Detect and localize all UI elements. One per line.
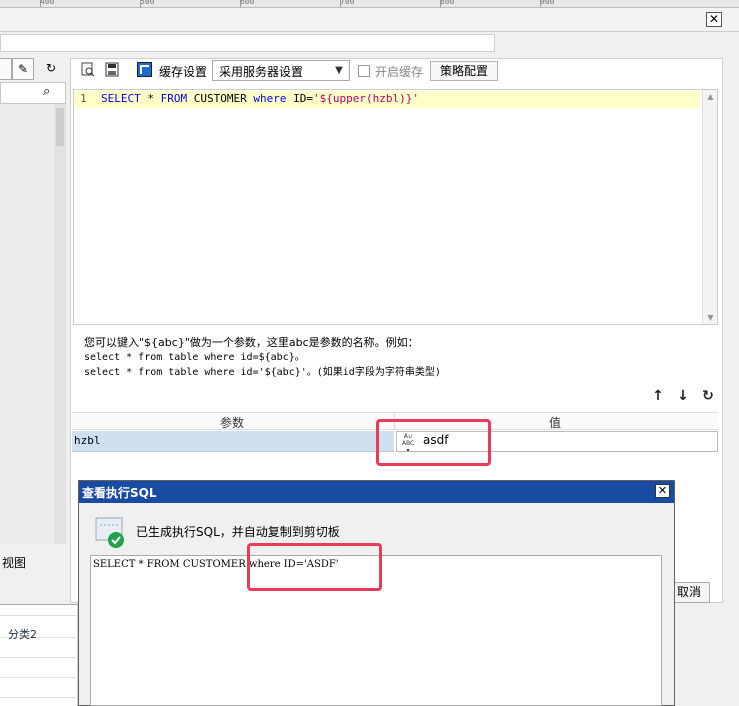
param-name-cell[interactable]: hzbl xyxy=(72,431,394,452)
param-name: hzbl xyxy=(74,434,101,447)
window-title-bar: ✕ xyxy=(0,8,739,32)
ruler-label: 600 xyxy=(240,0,255,6)
param-name-header: 参数 xyxy=(220,416,245,430)
sql-code-line[interactable]: SELECT * FROM CUSTOMER where ID='${upper… xyxy=(101,92,419,105)
close-icon[interactable]: ✕ xyxy=(706,12,722,27)
sql-keyword: SELECT xyxy=(101,92,141,105)
toolbar-button[interactable] xyxy=(0,58,12,80)
success-icon xyxy=(95,517,125,549)
editor-scrollbar[interactable]: ▲ ▼ xyxy=(702,90,717,324)
ruler-label: 900 xyxy=(540,0,555,6)
cache-setting-label: 缓存设置 xyxy=(159,65,208,79)
cache-setting-select[interactable]: 采用服务器设置 ▼ xyxy=(212,60,350,81)
move-down-icon[interactable]: ↓ xyxy=(676,388,690,404)
left-scrollbar-thumb[interactable] xyxy=(56,108,64,146)
close-icon[interactable]: ✕ xyxy=(655,484,670,498)
scroll-up-icon[interactable]: ▲ xyxy=(703,92,718,101)
ruler-label: 400 xyxy=(40,0,55,6)
ruler-label: 500 xyxy=(140,0,155,6)
cache-setting-value: 采用服务器设置 xyxy=(219,65,304,79)
enable-cache-checkbox[interactable] xyxy=(358,65,370,77)
parameter-help-text: 您可以键入"${abc}"做为一个参数，这里abc是参数的名称。例如： sele… xyxy=(84,335,441,380)
left-scrollbar[interactable] xyxy=(54,104,66,544)
sql-keyword: FROM xyxy=(160,92,188,105)
highlight-box xyxy=(376,419,491,466)
scroll-down-icon[interactable]: ▼ xyxy=(703,313,718,322)
param-value-header: 值 xyxy=(549,416,562,430)
bottom-left-table xyxy=(0,604,78,706)
left-search-input[interactable]: ⌕ xyxy=(0,82,66,104)
strategy-config-button[interactable]: 策略配置 xyxy=(430,61,498,81)
chevron-down-icon[interactable]: ▼ xyxy=(331,62,347,79)
refresh-icon[interactable]: ↻ xyxy=(40,58,62,80)
preview-icon[interactable] xyxy=(80,62,96,79)
sql-text: ID= xyxy=(286,92,313,105)
view-tab[interactable]: 视图 xyxy=(2,554,26,571)
save-icon[interactable] xyxy=(104,62,120,79)
dialog-title: 查看执行SQL xyxy=(82,486,157,500)
search-icon[interactable]: ⌕ xyxy=(43,84,50,99)
edit-icon[interactable]: ✎ xyxy=(12,58,34,80)
help-example: select * from table where id='${abc}'。(如… xyxy=(84,367,441,378)
ruler-label: 800 xyxy=(440,0,455,6)
enable-cache-label: 开启缓存 xyxy=(375,65,424,79)
sql-keyword: where xyxy=(253,92,287,105)
help-line: 您可以键入"${abc}"做为一个参数，这里abc是参数的名称。例如： xyxy=(84,336,419,349)
refresh-icon[interactable]: ↻ xyxy=(701,388,715,404)
dialog-message: 已生成执行SQL，并自动复制到剪切板 xyxy=(136,525,340,539)
sql-string: '${upper(hzbl)}' xyxy=(312,92,419,105)
sql-editor[interactable] xyxy=(73,89,718,325)
ruler: 400 500 600 700 800 900 xyxy=(0,0,739,8)
move-up-icon[interactable]: ↑ xyxy=(651,388,665,404)
ruler-label: 700 xyxy=(340,0,355,6)
highlight-box xyxy=(247,543,382,591)
sql-text: CUSTOMER xyxy=(187,92,254,105)
help-example: select * from table where id=${abc}。 xyxy=(84,352,305,363)
line-number: 1 xyxy=(80,92,87,105)
cache-icon xyxy=(136,62,152,79)
category-label: 分类2 xyxy=(8,628,37,641)
name-input[interactable] xyxy=(0,34,495,52)
sql-text: * xyxy=(140,92,161,105)
dialog-title-bar: 查看执行SQL ✕ xyxy=(79,481,674,503)
left-toolbar: ✎ ↻ xyxy=(0,58,66,82)
